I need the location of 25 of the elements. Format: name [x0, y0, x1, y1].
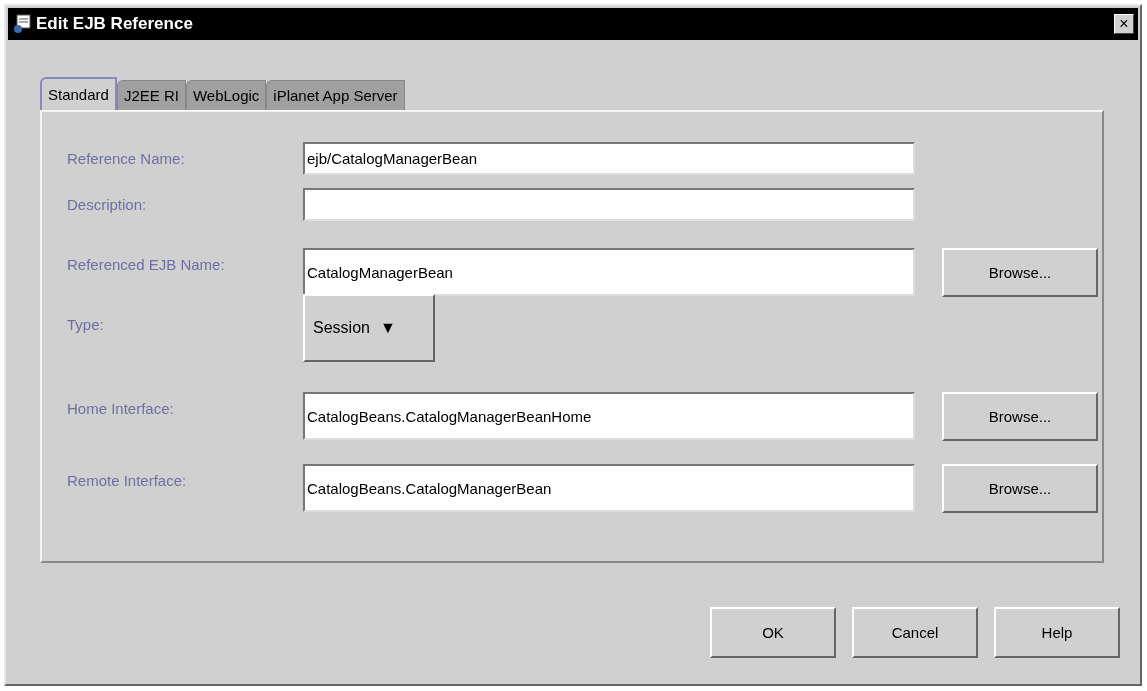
tab[interactable]: Standard: [40, 77, 117, 110]
tab[interactable]: WebLogic: [185, 80, 267, 110]
browse-button[interactable]: Browse...: [942, 392, 1098, 441]
tab[interactable]: J2EE RI: [116, 80, 186, 110]
text-field[interactable]: CatalogBeans.CatalogManagerBean: [303, 464, 915, 512]
close-button[interactable]: ×: [1114, 14, 1134, 34]
window-icon: [12, 14, 32, 34]
tab[interactable]: iPlanet App Server: [266, 80, 405, 110]
browse-button[interactable]: Browse...: [942, 248, 1098, 297]
field-label: Description:: [67, 195, 148, 215]
dialog-button[interactable]: Help: [994, 607, 1120, 658]
field-label: Remote Interface:: [67, 471, 188, 491]
type-dropdown[interactable]: Session ▼: [303, 294, 435, 362]
text-field[interactable]: CatalogBeans.CatalogManagerBeanHome: [303, 392, 915, 440]
field-label: Referenced EJB Name:: [67, 255, 226, 275]
dialog-button[interactable]: OK: [710, 607, 836, 658]
field-label: Reference Name:: [67, 149, 186, 169]
text-field[interactable]: CatalogManagerBean: [303, 248, 915, 296]
text-field[interactable]: [303, 188, 915, 221]
field-label: Home Interface:: [67, 399, 175, 419]
window-title: Edit EJB Reference: [36, 14, 194, 34]
text-field[interactable]: ejb/CatalogManagerBean: [303, 142, 915, 175]
dialog-button[interactable]: Cancel: [852, 607, 978, 658]
field-label: Type:: [67, 315, 105, 335]
browse-button[interactable]: Browse...: [942, 464, 1098, 513]
